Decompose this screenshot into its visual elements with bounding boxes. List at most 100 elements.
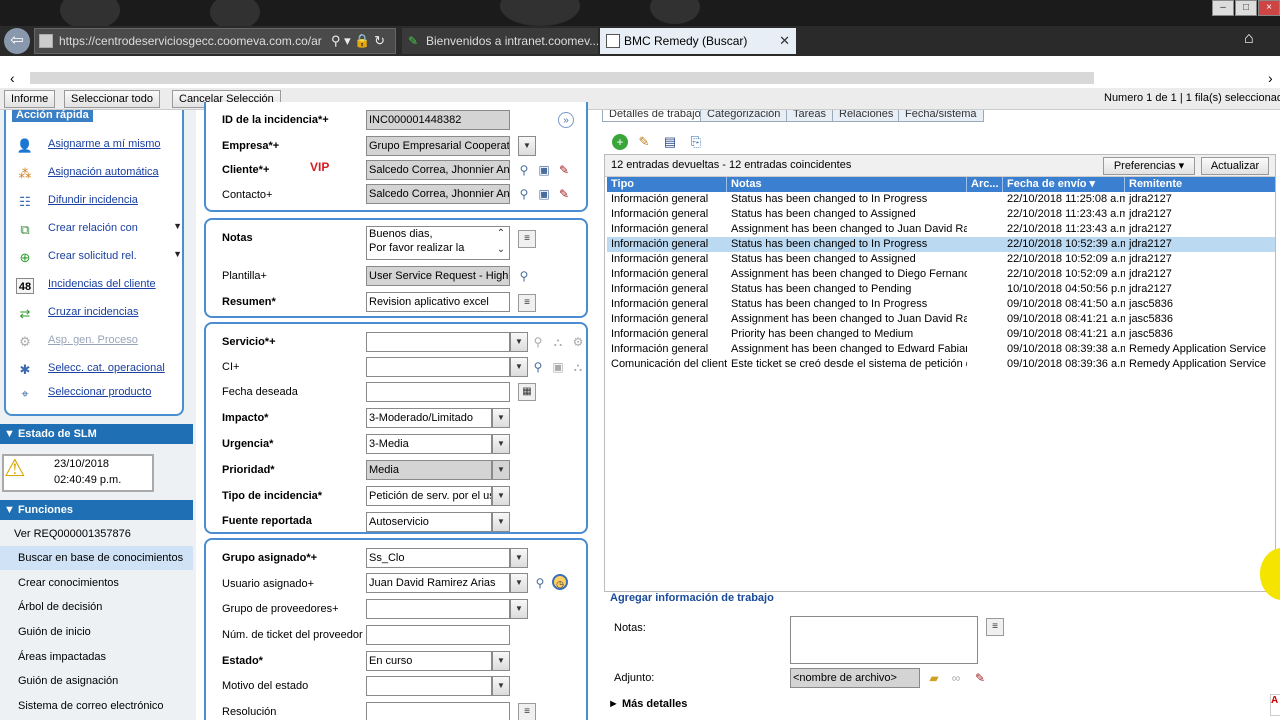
col-tipo[interactable]: Tipo xyxy=(607,177,727,192)
company-dropdown[interactable]: ▼ xyxy=(518,136,536,156)
search-icon[interactable]: ⚲ xyxy=(516,162,532,178)
view-icon[interactable]: ▤ xyxy=(662,134,678,150)
company-field[interactable]: Grupo Empresarial Cooperativ xyxy=(366,136,510,156)
table-row[interactable]: Información general Priority has been cha… xyxy=(607,327,1275,342)
status-reason-field[interactable] xyxy=(366,676,492,696)
notes-field[interactable]: Buenos dias, Por favor realizar la xyxy=(366,226,510,260)
clock-icon[interactable]: ◷ xyxy=(552,574,568,590)
notes-expand-icon[interactable]: ≡ xyxy=(518,230,536,248)
group-field[interactable]: Ss_Clo xyxy=(366,548,510,568)
template-field[interactable]: User Service Request - High xyxy=(366,266,510,286)
user-dropdown[interactable]: ▼ xyxy=(510,573,528,593)
qa-client-incidents[interactable]: 48 Incidencias del cliente xyxy=(14,276,182,296)
work-notes-expand-icon[interactable]: ≡ xyxy=(986,618,1004,636)
resolution-field[interactable] xyxy=(366,702,510,720)
view-icon[interactable]: ▣ xyxy=(550,359,566,375)
table-row[interactable]: Información general Assignment has been c… xyxy=(607,222,1275,237)
vendor-group-field[interactable] xyxy=(366,599,510,619)
table-row[interactable]: Información general Status has been chang… xyxy=(607,297,1275,312)
scroll-right-icon[interactable]: › xyxy=(1268,70,1273,86)
function-item[interactable]: Crear conocimientos xyxy=(0,571,193,595)
minimize-icon[interactable]: – xyxy=(1212,0,1234,16)
tab-relations[interactable]: Relaciones xyxy=(832,110,901,122)
home-icon[interactable]: ⌂ xyxy=(1244,30,1254,48)
table-row[interactable]: Información general Status has been chang… xyxy=(607,207,1275,222)
hscroll-thumb[interactable] xyxy=(30,72,1094,84)
contact-field[interactable]: Salcedo Correa, Jhonnier Andr xyxy=(366,184,510,204)
browser-tab-remedy[interactable]: BMC Remedy (Buscar) ✕ xyxy=(600,28,796,54)
table-row[interactable]: Información general Status has been chang… xyxy=(607,282,1275,297)
function-item[interactable]: Árbol de decisión xyxy=(0,595,193,619)
search-icon[interactable]: ⚲ xyxy=(516,186,532,202)
table-row[interactable]: Información general Status has been chang… xyxy=(607,252,1275,267)
group-dropdown[interactable]: ▼ xyxy=(510,548,528,568)
edit-icon[interactable]: ✎ xyxy=(636,134,652,150)
tab-date-system[interactable]: Fecha/sistema xyxy=(898,110,984,122)
qa-cross-incidents[interactable]: ⇄ Cruzar incidencias xyxy=(14,304,182,324)
browser-tab-intranet[interactable]: ✎ Bienvenidos a intranet.coomev... xyxy=(402,28,598,54)
tab-work-details[interactable]: Detalles de trabajo xyxy=(602,110,708,122)
function-item[interactable]: Ver REQ000001357876 xyxy=(0,522,193,546)
summary-field[interactable]: Revision aplicativo excel xyxy=(366,292,510,312)
qa-select-product[interactable]: ⌖ Seleccionar producto xyxy=(14,384,182,404)
update-button[interactable]: Actualizar xyxy=(1201,157,1269,175)
function-item[interactable]: Guión de asignación xyxy=(0,669,193,693)
qa-broadcast[interactable]: ☷ Difundir incidencia xyxy=(14,192,182,212)
resolution-expand-icon[interactable]: ≡ xyxy=(518,703,536,720)
status-dropdown[interactable]: ▼ xyxy=(492,651,510,671)
incident-type-field[interactable]: Petición de serv. por el us xyxy=(366,486,492,506)
view-icon[interactable]: ▣ xyxy=(536,186,552,202)
link-icon[interactable]: ⚙ xyxy=(570,334,586,350)
add-icon[interactable]: + xyxy=(612,134,628,150)
view-icon[interactable]: ▣ xyxy=(536,162,552,178)
scroll-left-icon[interactable]: ‹ xyxy=(10,70,15,86)
desired-date-field[interactable] xyxy=(366,382,510,402)
search-icon[interactable]: ⚲ xyxy=(530,334,546,350)
table-row[interactable]: Comunicación del cliente Este ticket se c… xyxy=(607,357,1275,372)
function-item[interactable]: Áreas impactadas xyxy=(0,645,193,669)
chevron-down-icon[interactable]: ▼ xyxy=(173,249,182,259)
urgency-dropdown[interactable]: ▼ xyxy=(492,434,510,454)
incident-type-dropdown[interactable]: ▼ xyxy=(492,486,510,506)
table-row[interactable]: Información general Assignment has been c… xyxy=(607,267,1275,282)
edit-icon[interactable]: ✎ xyxy=(972,670,988,686)
function-item[interactable]: Guión de inicio xyxy=(0,620,193,644)
qa-auto-assign[interactable]: ⁂ Asignación automática xyxy=(14,164,182,184)
impact-field[interactable]: 3-Moderado/Limitado xyxy=(366,408,492,428)
edit-icon[interactable]: ✎ xyxy=(556,162,572,178)
back-button[interactable]: ⇦ xyxy=(4,28,30,54)
work-notes-field[interactable] xyxy=(790,616,978,664)
tab-close-icon[interactable]: ✕ xyxy=(779,28,790,54)
edit-icon[interactable]: ✎ xyxy=(556,186,572,202)
notes-scroll[interactable]: ⌃ ⌄ xyxy=(492,226,510,260)
table-row[interactable]: Información general Assignment has been c… xyxy=(607,342,1275,357)
more-details-toggle[interactable]: ► Más detalles xyxy=(608,698,687,710)
functions-header[interactable]: ▼ Funciones xyxy=(0,500,193,520)
preferences-button[interactable]: Preferencias ▾ xyxy=(1103,157,1195,175)
col-notas[interactable]: Notas xyxy=(727,177,967,192)
report-button[interactable]: Informe xyxy=(4,90,56,108)
col-fecha[interactable]: Fecha de envío ▾ xyxy=(1003,177,1125,192)
table-row[interactable]: Información general Assignment has been c… xyxy=(607,312,1275,327)
search-icon[interactable]: ⚲ xyxy=(532,575,548,591)
summary-expand-icon[interactable]: ≡ xyxy=(518,294,536,312)
select-all-button[interactable]: Seleccionar todo xyxy=(64,90,160,108)
client-field[interactable]: Salcedo Correa, Jhonnier Andr xyxy=(366,160,510,180)
source-field[interactable]: Autoservicio xyxy=(366,512,492,532)
col-arc[interactable]: Arc... xyxy=(967,177,1003,192)
calendar-icon[interactable]: ▦ xyxy=(518,383,536,401)
table-row[interactable]: Información general Status has been chang… xyxy=(607,237,1275,252)
maximize-icon[interactable]: □ xyxy=(1235,0,1257,16)
col-remitente[interactable]: Remitente xyxy=(1125,177,1275,192)
tree-icon[interactable]: ⛬ xyxy=(550,334,566,350)
source-dropdown[interactable]: ▼ xyxy=(492,512,510,532)
impact-dropdown[interactable]: ▼ xyxy=(492,408,510,428)
status-field[interactable]: En curso xyxy=(366,651,492,671)
urgency-field[interactable]: 3-Media xyxy=(366,434,492,454)
service-dropdown[interactable]: ▼ xyxy=(510,332,528,352)
expand-icon[interactable]: » xyxy=(558,112,574,128)
slm-header[interactable]: ▼ Estado de SLM xyxy=(0,424,193,444)
qa-create-request[interactable]: ⊕ Crear solicitud rel. ▼ xyxy=(14,248,182,268)
tab-tasks[interactable]: Tareas xyxy=(786,110,834,122)
function-item[interactable]: Buscar en base de conocimientos xyxy=(0,546,193,570)
